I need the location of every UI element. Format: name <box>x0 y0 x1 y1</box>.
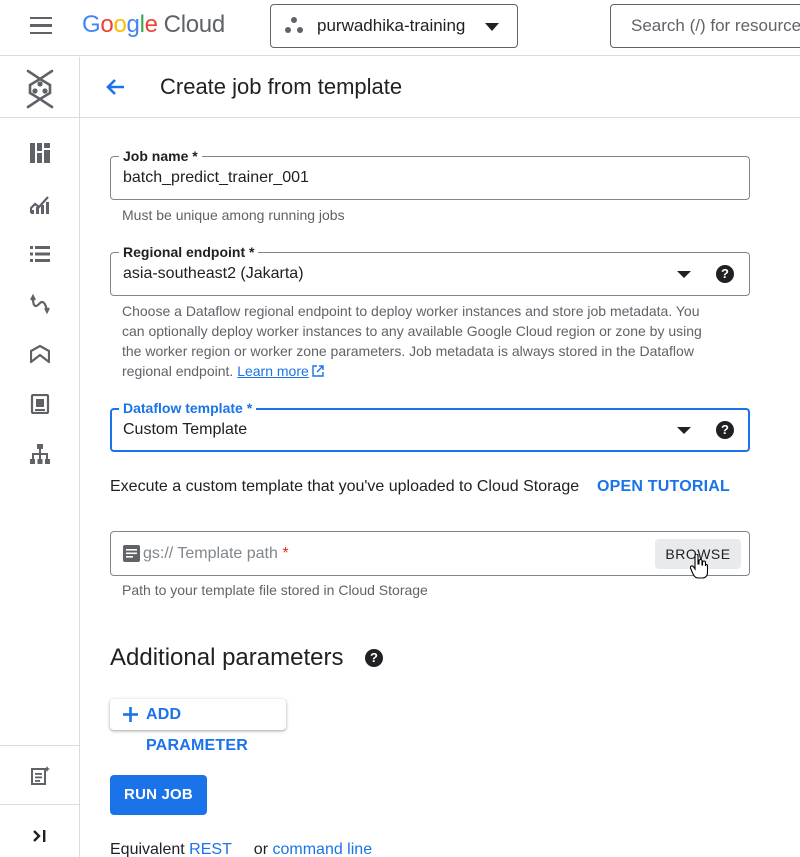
regional-endpoint-hint: Choose a Dataflow regional endpoint to d… <box>122 301 722 381</box>
template-path-input[interactable]: gs:// Template path * BROWSE <box>110 531 750 576</box>
open-tutorial-button[interactable]: OPEN TUTORIAL <box>597 478 730 496</box>
project-picker[interactable]: purwadhika-training <box>270 4 518 48</box>
expand-nav-icon[interactable] <box>30 826 50 846</box>
dataflow-product-icon[interactable] <box>22 67 58 111</box>
regional-endpoint-value: asia-southeast2 (Jakarta) <box>123 265 304 282</box>
google-cloud-logo[interactable]: Google Cloud <box>82 11 225 39</box>
template-path-placeholder-text: gs:// Template path <box>143 545 278 562</box>
search-input[interactable]: Search (/) for resources <box>610 4 800 48</box>
regional-endpoint-select[interactable]: Regional endpoint * asia-southeast2 (Jak… <box>110 244 750 296</box>
template-path-placeholder: gs:// Template path * <box>143 545 289 563</box>
project-name: purwadhika-training <box>317 16 466 35</box>
dataflow-template-value: Custom Template <box>123 421 248 438</box>
equivalent-prefix: Equivalent <box>110 841 185 857</box>
run-job-button[interactable]: RUN JOB <box>110 775 207 815</box>
add-parameter-button[interactable]: ADD PARAMETER <box>110 699 286 754</box>
hand-cursor-icon <box>690 554 708 579</box>
page-header: Create job from template <box>80 57 800 118</box>
logo-letter: G <box>82 11 101 38</box>
or-text: or <box>253 841 269 857</box>
job-name-hint: Must be unique among running jobs <box>122 207 345 223</box>
jobs-list-icon[interactable] <box>30 244 50 264</box>
main-menu-icon[interactable] <box>30 17 54 37</box>
logo-suffix: Cloud <box>163 11 226 38</box>
additional-parameters-title: Additional parameters <box>110 644 344 671</box>
page-title: Create job from template <box>160 74 403 99</box>
sql-workspace-icon[interactable] <box>30 444 50 464</box>
metrics-chart-icon[interactable] <box>30 194 50 214</box>
equivalent-links: Equivalent REST or command line <box>110 841 372 857</box>
side-nav <box>0 57 80 857</box>
logo-letter: o <box>113 11 127 38</box>
dropdown-arrow-icon <box>677 427 691 434</box>
rest-link[interactable]: REST <box>189 841 231 857</box>
logo-letter: g <box>126 11 140 38</box>
job-name-field[interactable]: Job name * batch_predict_trainer_001 <box>110 148 750 200</box>
logo-letter: o <box>100 11 114 38</box>
help-icon[interactable]: ? <box>716 421 734 439</box>
help-icon[interactable]: ? <box>716 265 734 283</box>
dataflow-template-select[interactable]: Dataflow template * Custom Template ? <box>110 400 750 452</box>
dashboard-icon[interactable] <box>30 143 50 163</box>
back-arrow-icon[interactable] <box>104 75 128 99</box>
open-in-new-icon[interactable] <box>312 365 324 377</box>
add-parameter-label: ADD PARAMETER <box>146 706 248 754</box>
regional-endpoint-hint-text: Choose a Dataflow regional endpoint to d… <box>122 303 702 379</box>
dataflow-template-label: Dataflow template * <box>119 400 257 416</box>
template-description: Execute a custom template that you've up… <box>110 478 580 495</box>
job-name-value: batch_predict_trainer_001 <box>123 169 309 186</box>
job-name-label: Job name * <box>119 148 202 164</box>
project-dots-icon <box>285 17 303 35</box>
top-bar: Google Cloud purwadhika-training Search (… <box>0 0 800 56</box>
regional-endpoint-label: Regional endpoint * <box>119 244 259 260</box>
required-mark: * <box>282 545 289 562</box>
template-path-hint: Path to your template file stored in Clo… <box>122 582 428 598</box>
document-icon <box>123 545 140 562</box>
release-notes-icon[interactable] <box>30 766 50 786</box>
logo-letter: e <box>144 11 158 38</box>
command-line-link[interactable]: command line <box>272 841 372 857</box>
plus-icon <box>123 707 138 722</box>
dropdown-arrow-icon <box>677 271 691 278</box>
snapshots-icon[interactable] <box>30 394 50 414</box>
pipelines-icon[interactable] <box>30 294 50 314</box>
learn-more-link[interactable]: Learn more <box>237 363 309 379</box>
chevron-down-icon <box>485 23 499 31</box>
help-icon[interactable]: ? <box>365 649 383 667</box>
workbench-icon[interactable] <box>30 344 50 364</box>
